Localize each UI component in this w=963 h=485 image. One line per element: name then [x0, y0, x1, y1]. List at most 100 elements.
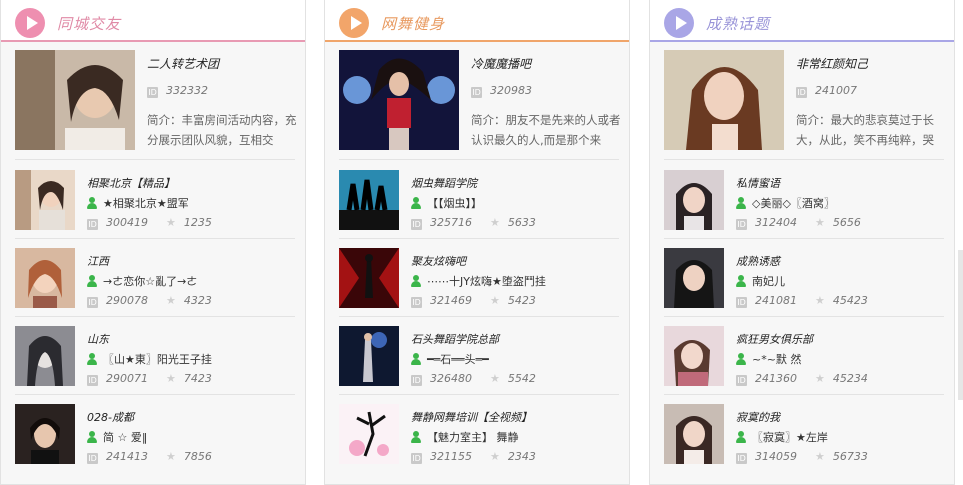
user-icon: [736, 197, 746, 209]
star-icon: ★: [490, 450, 500, 463]
id-icon: ID: [87, 375, 98, 386]
featured-room[interactable]: 非常红颜知己 ID 241007 简介：最大的悲哀莫过于长大，从此，笑不再纯粹，哭: [664, 50, 944, 150]
room-photo[interactable]: [15, 326, 75, 386]
room-owner: 简 ☆ 爱‖: [87, 429, 147, 445]
panel-title[interactable]: 同城交友: [57, 13, 121, 34]
room-name[interactable]: 山东: [87, 331, 109, 347]
room-photo[interactable]: [339, 248, 399, 308]
room-owner: →ㄜ恋你☆亂了→ㄜ: [87, 273, 197, 289]
star-icon: ★: [490, 372, 500, 385]
list-item[interactable]: 山东 〖山★東〗阳光王子挂 ID 290071 ★ 7423: [15, 326, 295, 386]
room-stats: ID 290071 ★ 7423: [87, 372, 212, 386]
list-item[interactable]: 成熟诱惑 南妃儿 ID 241081 ★ 45423: [664, 248, 944, 308]
room-name[interactable]: 石头舞蹈学院总部: [411, 331, 499, 347]
room-name[interactable]: 疯狂男女俱乐部: [736, 331, 813, 347]
divider: [339, 316, 619, 317]
room-id: ID 320983: [471, 84, 532, 98]
room-owner: ⋯⋯十JY炫嗨★堕盗鬥挂: [411, 273, 546, 289]
user-icon: [411, 275, 421, 287]
divider: [15, 159, 295, 160]
divider: [664, 238, 944, 239]
room-photo[interactable]: [664, 404, 724, 464]
list-item[interactable]: 私情蜜语 ◇美丽◇〖酒窝〗 ID 312404 ★ 5656: [664, 170, 944, 230]
list-item[interactable]: 烟虫舞蹈学院 【【烟虫】】 ID 325716 ★ 5633: [339, 170, 619, 230]
user-icon: [411, 197, 421, 209]
list-item[interactable]: 舞静网舞培训【全视频】 【魅力室主】 舞静 ID 321155 ★ 2343: [339, 404, 619, 464]
star-icon: ★: [815, 216, 825, 229]
id-icon: ID: [411, 297, 422, 308]
user-icon: [736, 275, 746, 287]
room-photo[interactable]: [15, 248, 75, 308]
user-icon: [87, 197, 97, 209]
featured-room[interactable]: 二人转艺术团 ID 332332 简介：丰富房间活动内容，充分展示团队风貌，互相交: [15, 50, 297, 150]
divider: [339, 159, 619, 160]
room-name[interactable]: 成熟诱惑: [736, 253, 780, 269]
list-item[interactable]: 石头舞蹈学院总部 ━═石══头═━ ID 326480 ★ 5542: [339, 326, 619, 386]
room-photo[interactable]: [339, 404, 399, 464]
room-photo[interactable]: [339, 326, 399, 386]
id-icon: ID: [736, 219, 747, 230]
room-stats: ID 314059 ★ 56733: [736, 450, 868, 464]
star-icon: ★: [166, 450, 176, 463]
panel-tongcheng: 同城交友 二人转艺术团 ID 332332 简介：丰富房间活动内容，充分展示团队风…: [0, 0, 306, 485]
panel-title[interactable]: 成熟话题: [706, 13, 770, 34]
user-icon: [87, 275, 97, 287]
room-photo[interactable]: [664, 326, 724, 386]
user-icon: [87, 431, 97, 443]
divider: [15, 238, 295, 239]
id-icon: ID: [736, 453, 747, 464]
featured-photo[interactable]: [664, 50, 784, 150]
room-photo[interactable]: [339, 170, 399, 230]
room-name[interactable]: 聚友炫嗨吧: [411, 253, 466, 269]
room-description: 简介：丰富房间活动内容，充分展示团队风貌，互相交: [147, 113, 297, 147]
divider: [339, 394, 619, 395]
list-item[interactable]: 相聚北京【精品】 ★相聚北京★盟军 ID 300419 ★ 1235: [15, 170, 295, 230]
room-name[interactable]: 江西: [87, 253, 109, 269]
panel-header: 同城交友: [1, 0, 305, 42]
star-icon: ★: [815, 372, 825, 385]
divider: [15, 316, 295, 317]
list-item[interactable]: 江西 →ㄜ恋你☆亂了→ㄜ ID 290078 ★ 4323: [15, 248, 295, 308]
divider: [664, 159, 944, 160]
id-icon: ID: [411, 453, 422, 464]
room-photo[interactable]: [15, 404, 75, 464]
room-name[interactable]: 舞静网舞培训【全视频】: [411, 409, 532, 425]
room-name[interactable]: 寂寞的我: [736, 409, 780, 425]
room-id: ID 332332: [147, 84, 208, 98]
room-name[interactable]: 028-成都: [87, 409, 134, 425]
play-icon[interactable]: [339, 8, 369, 38]
id-icon: ID: [87, 297, 98, 308]
list-item[interactable]: 聚友炫嗨吧 ⋯⋯十JY炫嗨★堕盗鬥挂 ID 321469 ★ 5423: [339, 248, 619, 308]
room-name[interactable]: 相聚北京【精品】: [87, 175, 175, 191]
room-description: 简介：最大的悲哀莫过于长大，从此，笑不再纯粹，哭: [796, 113, 934, 147]
room-name[interactable]: 烟虫舞蹈学院: [411, 175, 477, 191]
room-id: ID 241007: [796, 84, 857, 98]
id-icon: ID: [87, 453, 98, 464]
star-icon: ★: [815, 450, 825, 463]
featured-photo[interactable]: [339, 50, 459, 150]
room-name[interactable]: 非常红颜知己: [796, 55, 868, 72]
list-item[interactable]: 疯狂男女俱乐部 ~*~默 然 ID 241360 ★ 45234: [664, 326, 944, 386]
room-photo[interactable]: [15, 170, 75, 230]
play-icon[interactable]: [664, 8, 694, 38]
play-icon[interactable]: [15, 8, 45, 38]
panel-header: 成熟话题: [650, 0, 954, 42]
featured-photo[interactable]: [15, 50, 135, 150]
room-photo[interactable]: [664, 248, 724, 308]
room-owner: ◇美丽◇〖酒窝〗: [736, 195, 835, 211]
panel-title[interactable]: 网舞健身: [381, 13, 445, 34]
room-name[interactable]: 二人转艺术团: [147, 55, 219, 72]
star-icon: ★: [490, 294, 500, 307]
divider: [664, 316, 944, 317]
room-owner: 南妃儿: [736, 273, 785, 289]
room-name[interactable]: 私情蜜语: [736, 175, 780, 191]
id-icon: ID: [796, 87, 807, 98]
list-item[interactable]: 028-成都 简 ☆ 爱‖ ID 241413 ★ 7856: [15, 404, 295, 464]
star-icon: ★: [490, 216, 500, 229]
room-name[interactable]: 冷魔魔播吧: [471, 55, 531, 72]
room-photo[interactable]: [664, 170, 724, 230]
user-icon: [411, 431, 421, 443]
list-item[interactable]: 寂寞的我 〖寂寞〗★左岸 ID 314059 ★ 56733: [664, 404, 944, 464]
featured-room[interactable]: 冷魔魔播吧 ID 320983 简介：朋友不是先来的人或者认识最久的人,而是那个来: [339, 50, 621, 150]
id-icon: ID: [736, 375, 747, 386]
